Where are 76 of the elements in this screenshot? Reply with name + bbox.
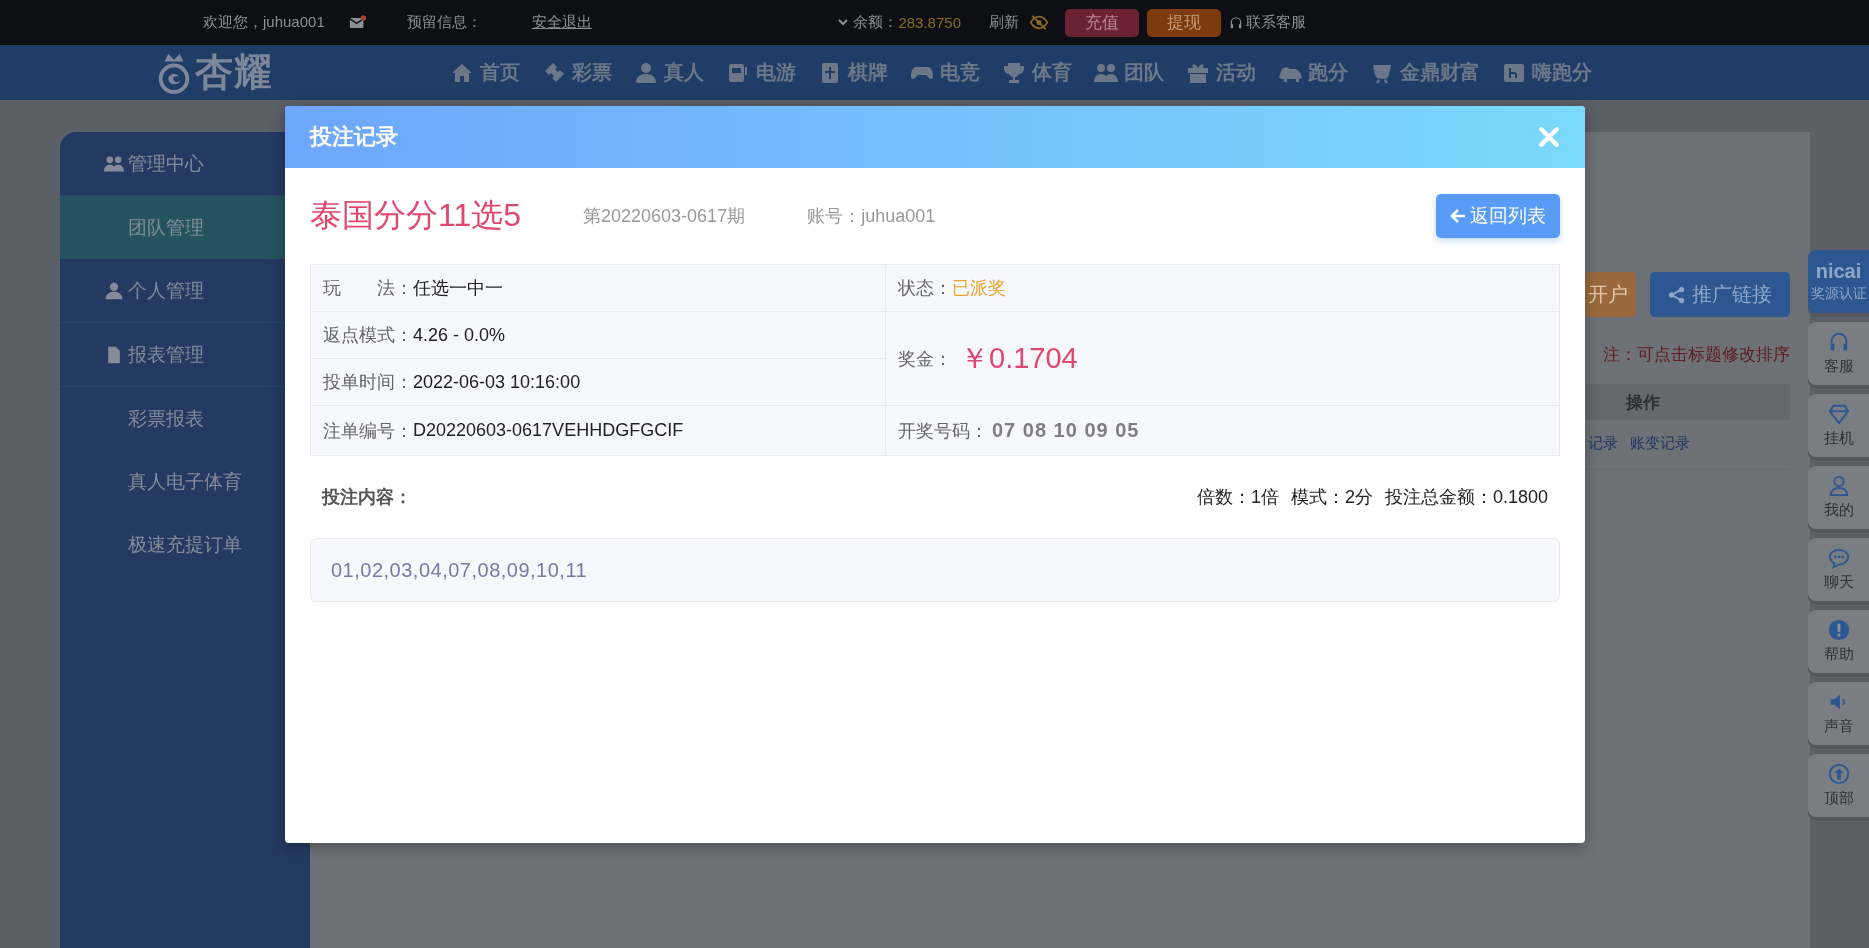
bet-content-label: 投注内容： <box>322 486 412 509</box>
nav-item[interactable]: 真人 <box>634 59 704 86</box>
summary-text: 倍数：1倍 <box>1196 486 1279 509</box>
brand-logo-text: nicai <box>1815 260 1862 281</box>
side-tab-label: 奖源认证 <box>1810 284 1867 303</box>
field-value: ￥0.1704 <box>960 340 1078 376</box>
welcome-text: 欢迎您，juhua001 <box>203 13 325 32</box>
side-tab-label: 我的 <box>1823 501 1854 520</box>
field-value: D20220603-0617VEHHDGFGCIF <box>413 420 684 441</box>
bet-numbers-box: 01,02,03,04,07,08,09,10,11 <box>310 538 1560 602</box>
side-tab-label: 声音 <box>1823 717 1854 736</box>
field-value: 2022-06-03 10:16:00 <box>413 371 581 393</box>
nav-item[interactable]: 金鼎财富 <box>1370 59 1480 86</box>
balance-label: 余额： <box>853 13 899 32</box>
person-icon <box>634 60 658 85</box>
field-label: 返点模式： <box>323 324 413 347</box>
nav-item[interactable]: 电游 <box>726 59 796 86</box>
exclamation-icon <box>1827 619 1850 641</box>
table-header-cell: 操作 <box>1586 384 1790 420</box>
diamond-icon <box>1827 403 1850 425</box>
headset-icon <box>1229 15 1243 30</box>
field-label: 奖金： <box>898 347 952 371</box>
close-button[interactable] <box>1538 126 1560 148</box>
action-button[interactable]: 推广链接 <box>1650 272 1790 317</box>
nav-item[interactable]: 跑分 <box>1278 59 1348 86</box>
field-label: 注单编号： <box>323 419 413 443</box>
field-value: 任选一中一 <box>413 277 503 300</box>
side-tab-label: 挂机 <box>1823 429 1854 448</box>
user-icon <box>1827 475 1850 497</box>
side-tab-label: 聊天 <box>1823 573 1854 592</box>
field-label: 状态： <box>898 277 952 300</box>
field-label: 玩 法： <box>323 277 413 300</box>
nav-item[interactable]: 团队 <box>1094 59 1164 86</box>
lottery-name: 泰国分分11选5 <box>310 196 521 235</box>
person-icon <box>104 280 124 301</box>
side-tab-label: 帮助 <box>1823 645 1854 664</box>
withdraw-button[interactable]: 提现 <box>1147 8 1221 37</box>
nav-item[interactable]: 电竞 <box>910 59 980 86</box>
deposit-button[interactable]: 充值 <box>1065 8 1139 37</box>
eye-slash-icon <box>1029 15 1049 30</box>
action-button[interactable]: 开户 <box>1584 272 1636 317</box>
refresh-link[interactable]: 刷新 <box>989 13 1019 32</box>
nav-item[interactable]: 嗨跑分 <box>1502 59 1592 86</box>
summary-text: 投注总金额：0.1800 <box>1384 486 1548 509</box>
field-value: 4.26 - 0.0% <box>413 324 506 346</box>
record-link[interactable]: 账变记录 <box>1630 433 1690 453</box>
field-value: 07 08 10 09 05 <box>992 419 1140 442</box>
summary-text: 模式：2分 <box>1290 486 1373 509</box>
nav-item[interactable]: 首页 <box>450 59 520 86</box>
balance-value: 283.8750 <box>898 14 961 31</box>
support-link[interactable]: 联系客服 <box>1246 13 1306 32</box>
account-text: 账号：juhua001 <box>807 205 936 228</box>
share-icon <box>1668 285 1686 304</box>
issue-number: 第20220603-0617期 <box>583 205 746 228</box>
modal-title: 投注记录 <box>310 123 398 151</box>
nav-item[interactable]: 活动 <box>1186 59 1256 86</box>
chat-bubble-icon <box>1827 547 1850 569</box>
field-label: 投单时间： <box>323 371 413 394</box>
back-to-list-button[interactable]: 返回列表 <box>1436 194 1560 238</box>
nav-item[interactable]: 体育 <box>1002 59 1072 86</box>
side-tab-label: 顶部 <box>1823 789 1854 808</box>
field-value: 已派奖 <box>952 277 1006 300</box>
nav-item[interactable]: 棋牌 <box>818 59 888 86</box>
trophy-icon <box>1002 60 1026 85</box>
chevron-down-icon <box>838 18 849 27</box>
close-icon <box>1538 126 1560 148</box>
arrow-left-icon <box>1450 208 1466 224</box>
record-link[interactable]: 记录 <box>1588 433 1618 453</box>
logo-text: 杏耀 <box>195 50 273 95</box>
mail-icon <box>348 15 367 30</box>
logout-link[interactable]: 安全退出 <box>531 13 592 32</box>
reserved-info-label: 预留信息： <box>406 13 482 32</box>
nav-item[interactable]: 彩票 <box>542 59 612 86</box>
field-label: 开奖号码： <box>898 419 988 443</box>
sort-hint-text: 注：可点击标题修改排序 <box>1603 344 1790 366</box>
side-tab-label: 客服 <box>1823 357 1854 376</box>
